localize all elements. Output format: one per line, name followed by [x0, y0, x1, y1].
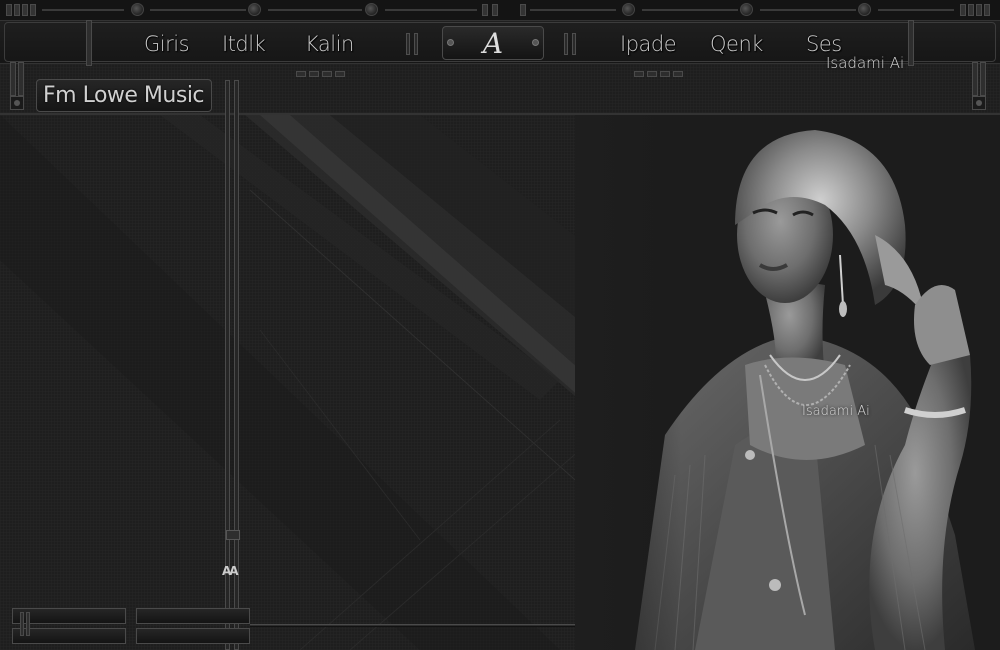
- bottom-post: [20, 612, 24, 636]
- slider-handle[interactable]: [226, 530, 240, 540]
- player-skin: Giris Itdlk Kalin A Ipade Qenk Ses Isada…: [0, 0, 1000, 650]
- singer-photo: [575, 115, 1000, 650]
- signature-photo: Isadami Ai: [802, 404, 870, 419]
- brand-mark: AA: [222, 564, 239, 578]
- progress-track[interactable]: [250, 624, 590, 627]
- bottom-bar: [136, 608, 250, 624]
- bottom-bar: [136, 628, 250, 644]
- bottom-post: [26, 612, 30, 636]
